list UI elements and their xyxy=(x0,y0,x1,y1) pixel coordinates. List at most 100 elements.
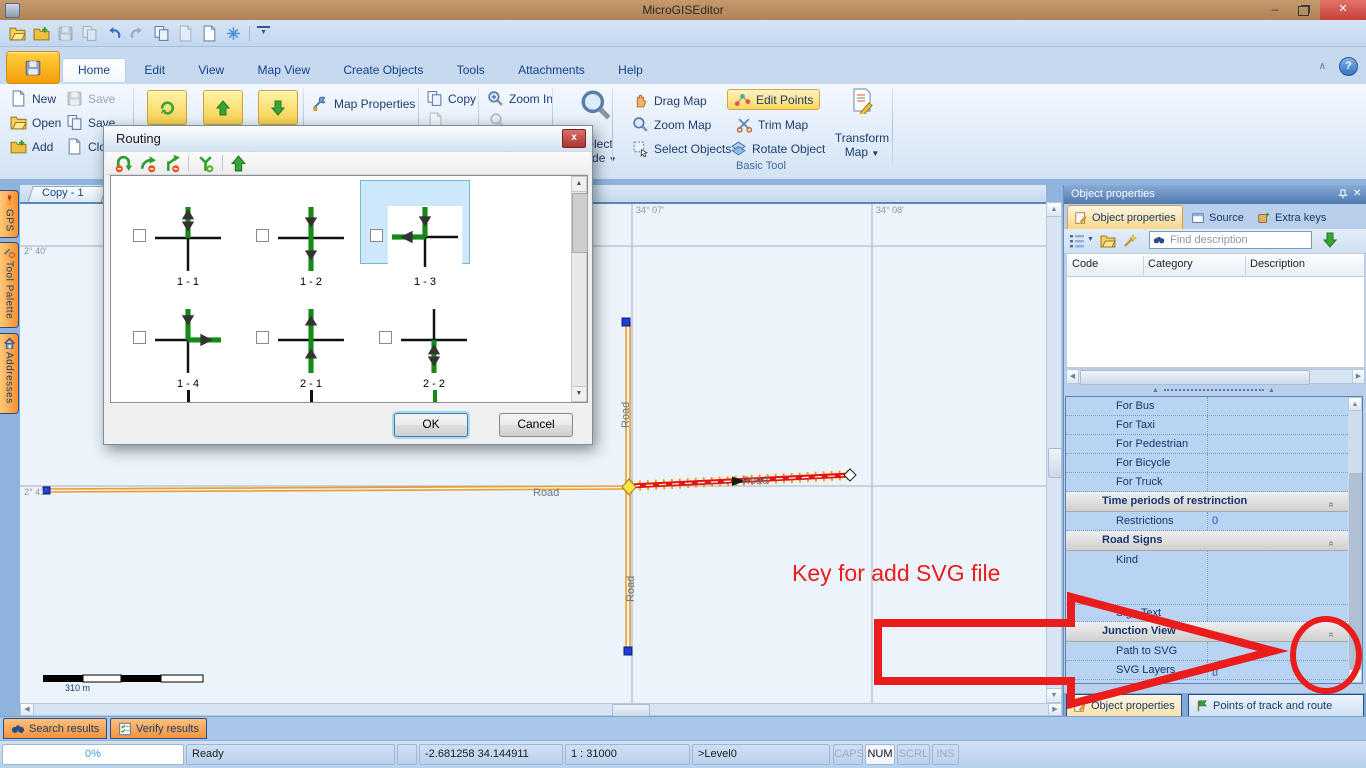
map-properties-button[interactable]: Map Properties xyxy=(312,95,415,112)
close-map-icon[interactable] xyxy=(81,25,98,42)
sidebar-tab-gps[interactable]: GPS xyxy=(0,190,19,238)
save-icon[interactable] xyxy=(57,25,74,42)
trim-map-button[interactable]: Trim Map xyxy=(736,116,808,133)
dialog-close-button[interactable]: x xyxy=(562,129,586,148)
scroll-right-button[interactable]: ▶ xyxy=(1048,703,1062,716)
svg-layers-value[interactable]: [] xyxy=(1208,661,1348,679)
remove-fork-icon[interactable] xyxy=(162,154,181,173)
scroll-thumb[interactable] xyxy=(1080,370,1310,385)
ok-button[interactable]: OK xyxy=(394,413,468,437)
restore-button[interactable] xyxy=(1290,0,1316,20)
scroll-down-button[interactable]: ▼ xyxy=(1348,669,1362,683)
scroll-left-button[interactable]: ◀ xyxy=(1066,369,1079,384)
routing-option-checkbox[interactable] xyxy=(256,229,269,242)
routing-option-checkbox[interactable] xyxy=(133,331,146,344)
folder-icon[interactable] xyxy=(1100,233,1116,249)
map-horizontal-scrollbar[interactable] xyxy=(20,703,1062,716)
section-road-signs[interactable]: Road Signs « xyxy=(1066,531,1348,551)
tab-search-results[interactable]: Search results xyxy=(3,718,107,739)
tab-verify-results[interactable]: Verify results xyxy=(110,718,207,739)
property-row-for-truck[interactable]: For Truck ✔ xyxy=(1066,473,1348,492)
export-map-icon[interactable] xyxy=(201,25,218,42)
remove-uturn-icon[interactable] xyxy=(114,154,133,173)
scroll-thumb[interactable] xyxy=(572,193,588,253)
list-style-dropdown-icon[interactable]: ▼ xyxy=(1087,236,1094,243)
wand-icon[interactable] xyxy=(1122,233,1138,249)
application-button[interactable] xyxy=(6,51,60,84)
property-row-kind[interactable]: Kind Exit Onto Toward xyxy=(1066,551,1348,605)
zoom-map-button[interactable]: Zoom Map xyxy=(632,116,711,133)
rotate-object-button[interactable]: Rotate Object xyxy=(730,140,825,157)
pin-icon[interactable] xyxy=(1338,189,1348,199)
section-junction-view[interactable]: Junction View « xyxy=(1066,622,1348,642)
transform-map-button[interactable]: Transform Map ▼ xyxy=(833,86,891,158)
property-row-for-bus[interactable]: For Bus ✔ xyxy=(1066,397,1348,416)
scroll-down-button[interactable]: ▼ xyxy=(1046,688,1062,703)
update-icon[interactable] xyxy=(225,25,242,42)
tab-extra-keys[interactable]: Extra keys xyxy=(1251,207,1332,228)
property-row-for-taxi[interactable]: For Taxi ✔ xyxy=(1066,416,1348,435)
scroll-thumb[interactable] xyxy=(1349,473,1363,671)
help-button[interactable]: ? xyxy=(1339,57,1358,76)
routing-option-checkbox[interactable] xyxy=(256,331,269,344)
tab-home[interactable]: Home xyxy=(62,58,126,82)
panel-splitter[interactable]: ▲ ▲ xyxy=(1064,385,1366,395)
column-description[interactable]: Description xyxy=(1250,258,1305,270)
property-row-restrictions[interactable]: Restrictions 0 xyxy=(1066,512,1348,531)
routing-option-checkbox[interactable] xyxy=(133,229,146,242)
property-row-sign-text[interactable]: Sign Text xyxy=(1066,605,1348,622)
scroll-thumb[interactable] xyxy=(1048,448,1062,478)
straight-arrow-icon[interactable] xyxy=(230,155,247,172)
attribute-table-body[interactable] xyxy=(1066,277,1365,368)
scroll-up-button[interactable]: ▲ xyxy=(1348,397,1362,411)
add-button[interactable]: Add xyxy=(10,138,53,155)
zoom-in-button[interactable]: Zoom In xyxy=(487,90,553,107)
tab-tools[interactable]: Tools xyxy=(442,58,500,83)
tab-edit[interactable]: Edit xyxy=(129,58,180,83)
scroll-up-button[interactable]: ▲ xyxy=(1046,202,1062,217)
sign-text-value[interactable] xyxy=(1208,605,1348,621)
ribbon-collapse-button[interactable]: ∧ xyxy=(1319,61,1326,72)
restrictions-value[interactable]: 0 xyxy=(1208,512,1348,530)
column-code[interactable]: Code xyxy=(1072,258,1098,270)
add-fork-icon[interactable] xyxy=(196,154,215,173)
tab-help[interactable]: Help xyxy=(603,58,658,83)
select-objects-button[interactable]: Select Objects xyxy=(632,140,731,157)
add-map-icon[interactable] xyxy=(33,25,50,42)
update-map-button[interactable] xyxy=(147,90,187,125)
tab-source[interactable]: Source xyxy=(1185,207,1250,228)
edit-points-button[interactable]: Edit Points xyxy=(727,89,820,110)
copy-icon[interactable] xyxy=(153,25,170,42)
open-button[interactable]: Open xyxy=(10,114,61,131)
drag-map-button[interactable]: Drag Map xyxy=(632,92,707,109)
open-map-icon[interactable] xyxy=(9,25,26,42)
cancel-button[interactable]: Cancel xyxy=(499,413,573,437)
routing-dialog-title[interactable]: Routing xyxy=(104,126,592,152)
tab-create-objects[interactable]: Create Objects xyxy=(328,58,438,83)
sidebar-tab-addresses[interactable]: Addresses xyxy=(0,333,19,414)
sidebar-tab-tool-palette[interactable]: Tool Palette xyxy=(0,242,19,328)
move-layer-up-button[interactable] xyxy=(203,90,243,125)
copy-button[interactable]: Copy xyxy=(426,90,476,107)
scroll-right-button[interactable]: ▶ xyxy=(1352,369,1365,384)
tab-object-properties[interactable]: Object properties xyxy=(1067,205,1183,229)
collapse-icon[interactable]: « xyxy=(1322,502,1341,508)
map-tab-label[interactable]: Copy - 1 xyxy=(42,187,84,199)
apply-arrow-icon[interactable] xyxy=(1322,232,1338,248)
minimize-button[interactable]: – xyxy=(1262,0,1288,20)
property-row-path-to-svg[interactable]: Path to SVG ... xyxy=(1066,642,1348,661)
save-button[interactable]: Save xyxy=(66,90,115,107)
scroll-left-button[interactable]: ◀ xyxy=(20,703,34,716)
routing-option-checkbox[interactable] xyxy=(379,331,392,344)
find-description-box[interactable] xyxy=(1149,231,1312,249)
tab-map-view[interactable]: Map View xyxy=(243,58,325,83)
list-style-icon[interactable] xyxy=(1069,233,1085,249)
routing-options-list[interactable]: 1 - 1 1 - 2 1 - 3 1 xyxy=(110,175,588,403)
paste-icon[interactable] xyxy=(177,25,194,42)
close-button[interactable]: ✕ xyxy=(1320,0,1366,20)
qat-customize-dropdown[interactable]: ▼ xyxy=(257,26,270,41)
tab-view[interactable]: View xyxy=(183,58,239,83)
remove-turn-icon[interactable] xyxy=(138,154,157,173)
property-row-for-bicycle[interactable]: For Bicycle ✔ xyxy=(1066,454,1348,473)
scroll-up-button[interactable]: ▲ xyxy=(571,176,587,192)
